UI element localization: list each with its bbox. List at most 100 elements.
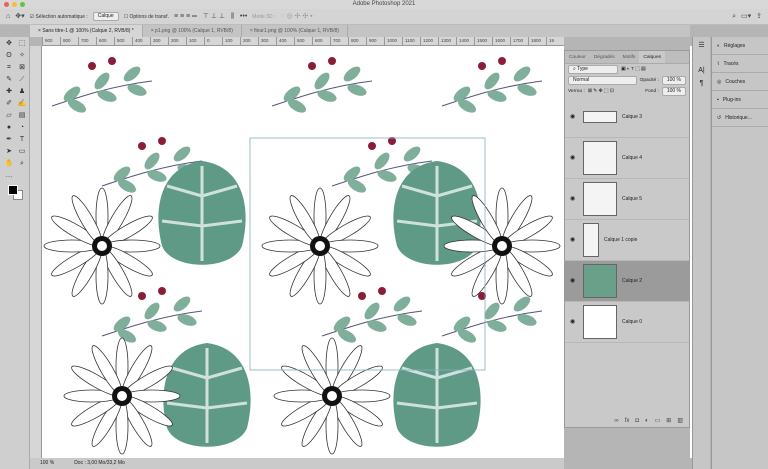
mask-icon[interactable]: ◘ <box>635 417 639 425</box>
zoom-icon[interactable]: ⌕ <box>17 159 27 169</box>
eyedropper-icon[interactable]: ✎ <box>4 75 14 85</box>
eraser-icon[interactable]: ▱ <box>4 111 14 121</box>
maximize-window-button[interactable] <box>20 2 25 7</box>
layer-row[interactable]: ◉ Calque 4 <box>565 138 689 179</box>
layers-footer: ∞ fx ◘ ◐ ▭ ⊞ ▥ <box>565 415 689 427</box>
target-select[interactable]: Calque <box>92 12 119 21</box>
link-icon[interactable]: ∞ <box>614 417 618 425</box>
tab-p1[interactable]: × p1.png @ 100% (Calque 1, RVB/8) <box>143 25 242 37</box>
dock-icons: ☰ A| ¶ <box>692 37 710 469</box>
trash-icon[interactable]: ▥ <box>677 417 683 425</box>
layer-row[interactable]: ◉ Calque 3 <box>565 97 689 138</box>
character-icon[interactable]: A| <box>693 66 710 75</box>
search-icon[interactable]: ⌕ <box>732 12 736 21</box>
frame-tool-icon[interactable]: ⊠ <box>17 63 27 73</box>
align-icons[interactable]: ≡ ≡ ≡ ═ ⊤ ⊥ ⊥ ⫼ ••• <box>174 12 247 21</box>
more-tools-icon[interactable]: … <box>4 171 14 181</box>
minimize-window-button[interactable] <box>12 2 17 7</box>
marquee-tool-icon[interactable]: ⬚ <box>17 39 27 49</box>
eye-icon[interactable]: ◉ <box>570 318 578 326</box>
auto-select-label: Sélection automatique : <box>35 13 88 20</box>
eye-icon[interactable]: ◉ <box>570 195 578 203</box>
opacity-label: Opacité : <box>639 78 659 83</box>
tab-couleur[interactable]: Couleur <box>565 51 590 63</box>
brush-icon[interactable]: ✐ <box>4 99 14 109</box>
options-bar: ⌂ ✥▾ ☑ Sélection automatique : Calque ☐ … <box>0 9 768 25</box>
move-tool-icon[interactable]: ✥ <box>4 39 14 49</box>
document-canvas[interactable] <box>42 46 564 458</box>
eye-icon[interactable]: ◉ <box>570 236 578 244</box>
layer-thumbnail <box>583 223 599 257</box>
ruler-tick: 200 <box>240 37 258 45</box>
tab-label: fleur1.png @ 100% (Calque 1, RVB/8) <box>254 28 339 34</box>
dock-historique[interactable]: ↺ Historique... <box>712 109 768 127</box>
layer-name: Calque 3 <box>622 114 643 120</box>
move-tool-icon[interactable]: ✥▾ <box>15 12 24 21</box>
paragraph-icon[interactable]: ¶ <box>693 79 710 88</box>
tab-calques[interactable]: Calques <box>639 51 666 63</box>
ruler-tick: 500 <box>294 37 312 45</box>
hand-icon[interactable]: ✋ <box>4 159 14 169</box>
filter-icons[interactable]: ▣ ◐ T ⬚ ▤ <box>621 66 646 73</box>
dock-couches[interactable]: ◎ Couches <box>712 73 768 91</box>
crop-tool-icon[interactable]: ⌗ <box>4 63 14 73</box>
filter-select[interactable]: ⌕ Type <box>568 65 618 74</box>
right-dock: ◐ Réglages ⌇ Tracés ◎ Couches ▪ Plug-ins ↺ Hi… <box>711 37 768 469</box>
zoom-level[interactable]: 100 % <box>40 458 54 469</box>
gradient-icon[interactable]: ▤ <box>17 111 27 121</box>
tab-degrades[interactable]: Dégradés <box>590 51 619 63</box>
dock-reglages[interactable]: ◐ Réglages <box>712 37 768 55</box>
layer-name: Calque 1 copie <box>604 237 638 243</box>
healing-brush-icon[interactable]: ✚ <box>4 87 14 97</box>
foreground-color-swatch[interactable] <box>8 185 18 195</box>
ruler-tool-icon[interactable]: ⟋ <box>17 75 27 85</box>
ruler-tick: 700 <box>330 37 348 45</box>
auto-select-checkbox[interactable]: ☑ Sélection automatique : <box>30 14 88 20</box>
eye-icon[interactable]: ◉ <box>570 154 578 162</box>
tab-motifs[interactable]: Motifs <box>619 51 640 63</box>
path-select-icon[interactable]: ➤ <box>4 147 14 157</box>
properties-icon[interactable]: ☰ <box>693 41 710 50</box>
layer-row-selected[interactable]: ◉ Calque 2 <box>565 261 689 302</box>
workspace-icon[interactable]: ▭▾ <box>741 12 751 21</box>
blur-icon[interactable]: ● <box>4 123 14 133</box>
tab-label: p1.png @ 100% (Calque 1, RVB/8) <box>155 28 233 34</box>
close-window-button[interactable] <box>4 2 9 7</box>
ruler-tick: 1600 <box>492 37 510 45</box>
ruler-tick: 200 <box>168 37 186 45</box>
stamp-icon[interactable]: ♟ <box>17 87 27 97</box>
pen-icon[interactable]: ✒ <box>4 135 14 145</box>
eye-icon[interactable]: ◉ <box>570 113 578 121</box>
adjustment-icon[interactable]: ◐ <box>645 417 649 425</box>
dock-traces[interactable]: ⌇ Tracés <box>712 55 768 73</box>
new-layer-icon[interactable]: ⊞ <box>666 417 671 425</box>
share-icon[interactable]: ⇪ <box>756 12 762 21</box>
eye-icon[interactable]: ◉ <box>570 277 578 285</box>
dock-label: Historique... <box>725 114 752 121</box>
quick-select-icon[interactable]: ✧ <box>17 51 27 61</box>
ruler-tick: 1300 <box>438 37 456 45</box>
opacity-input[interactable]: 100 % <box>661 76 686 85</box>
type-tool-icon[interactable]: T <box>17 135 27 145</box>
folder-icon[interactable]: ▭ <box>655 417 661 425</box>
fx-icon[interactable]: fx <box>625 417 630 425</box>
doc-size: Doc : 3,00 Mo/33,2 Mo <box>74 460 125 466</box>
ruler-tick: 300 <box>150 37 168 45</box>
history-brush-icon[interactable]: ✍ <box>17 99 27 109</box>
blend-mode-select[interactable]: Normal <box>568 76 637 85</box>
tab-fleur1[interactable]: × fleur1.png @ 100% (Calque 1, RVB/8) <box>242 25 348 37</box>
fill-input[interactable]: 100 % <box>661 87 686 96</box>
dodge-icon[interactable]: ◔ <box>17 123 27 133</box>
layer-row[interactable]: ◉ Calque 1 copie <box>565 220 689 261</box>
layer-row[interactable]: ◉ Calque 5 <box>565 179 689 220</box>
dock-plugins[interactable]: ▪ Plug-ins <box>712 91 768 109</box>
transform-controls-checkbox[interactable]: ☐ Options de transf. <box>124 14 169 20</box>
ruler-tick: 1500 <box>474 37 492 45</box>
shape-icon[interactable]: ▭ <box>17 147 27 157</box>
lasso-tool-icon[interactable]: ʘ <box>4 51 14 61</box>
lock-icons[interactable]: ⊠ ✎ ✥ ⬚ ⊡ <box>588 88 614 95</box>
3d-icons[interactable]: ◌ ◎ ✢ ✣ ▪ <box>280 12 312 21</box>
home-icon[interactable]: ⌂ <box>6 12 10 21</box>
tab-sans-titre[interactable]: × Sans titre-1 @ 100% (Calque 2, RVB/8) … <box>30 25 143 37</box>
layer-row[interactable]: ◉ Calque 0 <box>565 302 689 343</box>
